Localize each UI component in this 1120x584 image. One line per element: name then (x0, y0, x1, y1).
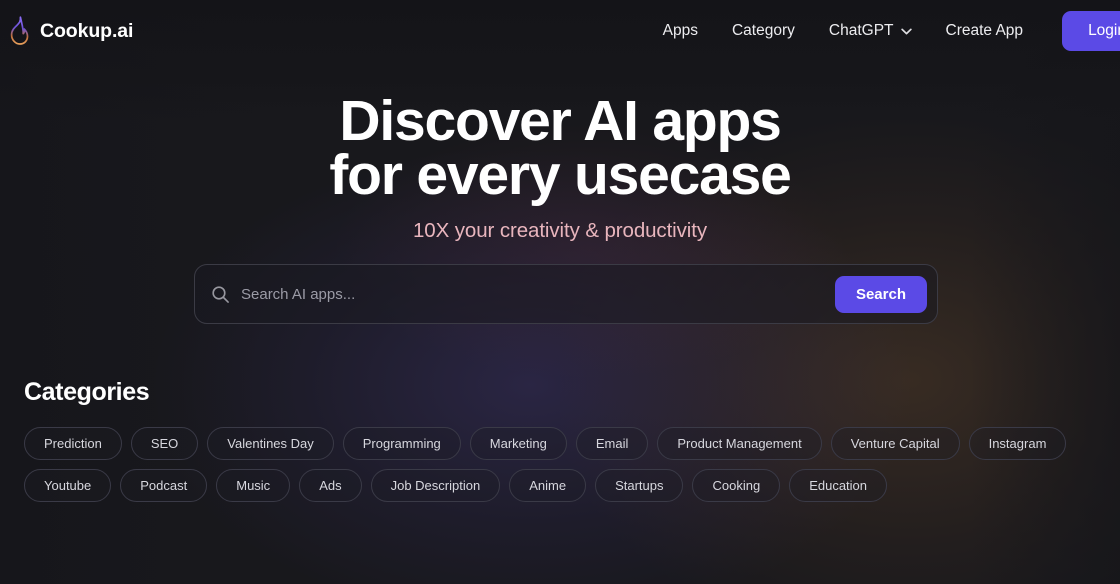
category-chip[interactable]: Product Management (657, 427, 822, 460)
category-chip[interactable]: Cooking (692, 469, 781, 502)
brand-name: Cookup.ai (40, 19, 134, 42)
nav-link-create-app[interactable]: Create App (929, 0, 1041, 62)
nav-link-apps[interactable]: Apps (646, 0, 715, 62)
category-chip[interactable]: Marketing (469, 427, 567, 460)
flame-icon (10, 16, 29, 45)
category-chip[interactable]: SEO (130, 427, 199, 460)
main-nav: Apps Category ChatGPT Create App Login (646, 0, 1120, 62)
category-chip[interactable]: Youtube (24, 469, 112, 502)
category-chip[interactable]: Valentines Day (207, 427, 334, 460)
category-chip[interactable]: Prediction (24, 427, 122, 460)
category-chip[interactable]: Anime (509, 469, 587, 502)
category-chip[interactable]: Programming (342, 427, 461, 460)
site-header: Cookup.ai Apps Category ChatGPT Create A… (0, 0, 1120, 62)
category-chip[interactable]: Instagram (968, 427, 1067, 460)
category-chip[interactable]: Startups (595, 469, 684, 502)
category-chip[interactable]: Venture Capital (830, 427, 960, 460)
nav-link-chatgpt[interactable]: ChatGPT (812, 0, 929, 62)
category-chip[interactable]: Email (575, 427, 649, 460)
category-chip-list: Prediction SEO Valentines Day Programmin… (24, 427, 1096, 502)
search-icon (212, 285, 229, 303)
category-chip[interactable]: Job Description (370, 469, 501, 502)
search-input[interactable] (241, 285, 835, 303)
login-button[interactable]: Login (1062, 11, 1120, 51)
nav-link-apps-label: Apps (662, 22, 698, 39)
category-chip[interactable]: Education (789, 469, 888, 502)
nav-link-category[interactable]: Category (715, 0, 812, 62)
nav-link-chatgpt-label: ChatGPT (828, 22, 894, 39)
chevron-down-icon (900, 28, 912, 34)
nav-link-create-app-label: Create App (945, 22, 1024, 39)
category-chip[interactable]: Podcast (120, 469, 208, 502)
search-button[interactable]: Search (834, 275, 927, 313)
hero-subtitle: 10X your creativity & productivity (413, 219, 707, 242)
brand-logo[interactable]: Cookup.ai (8, 16, 133, 46)
categories-section: Categories Prediction SEO Valentines Day… (24, 378, 1096, 502)
page-title: Discover AI apps for every usecase (0, 93, 1120, 207)
page-root: Cookup.ai Apps Category ChatGPT Create A… (0, 0, 1120, 584)
search-bar: Search (194, 264, 938, 324)
categories-title: Categories (24, 378, 150, 406)
hero-title-line2: for every usecase (329, 143, 791, 207)
nav-link-category-label: Category (731, 22, 795, 39)
category-chip[interactable]: Music (216, 469, 291, 502)
category-chip[interactable]: Ads (299, 469, 362, 502)
